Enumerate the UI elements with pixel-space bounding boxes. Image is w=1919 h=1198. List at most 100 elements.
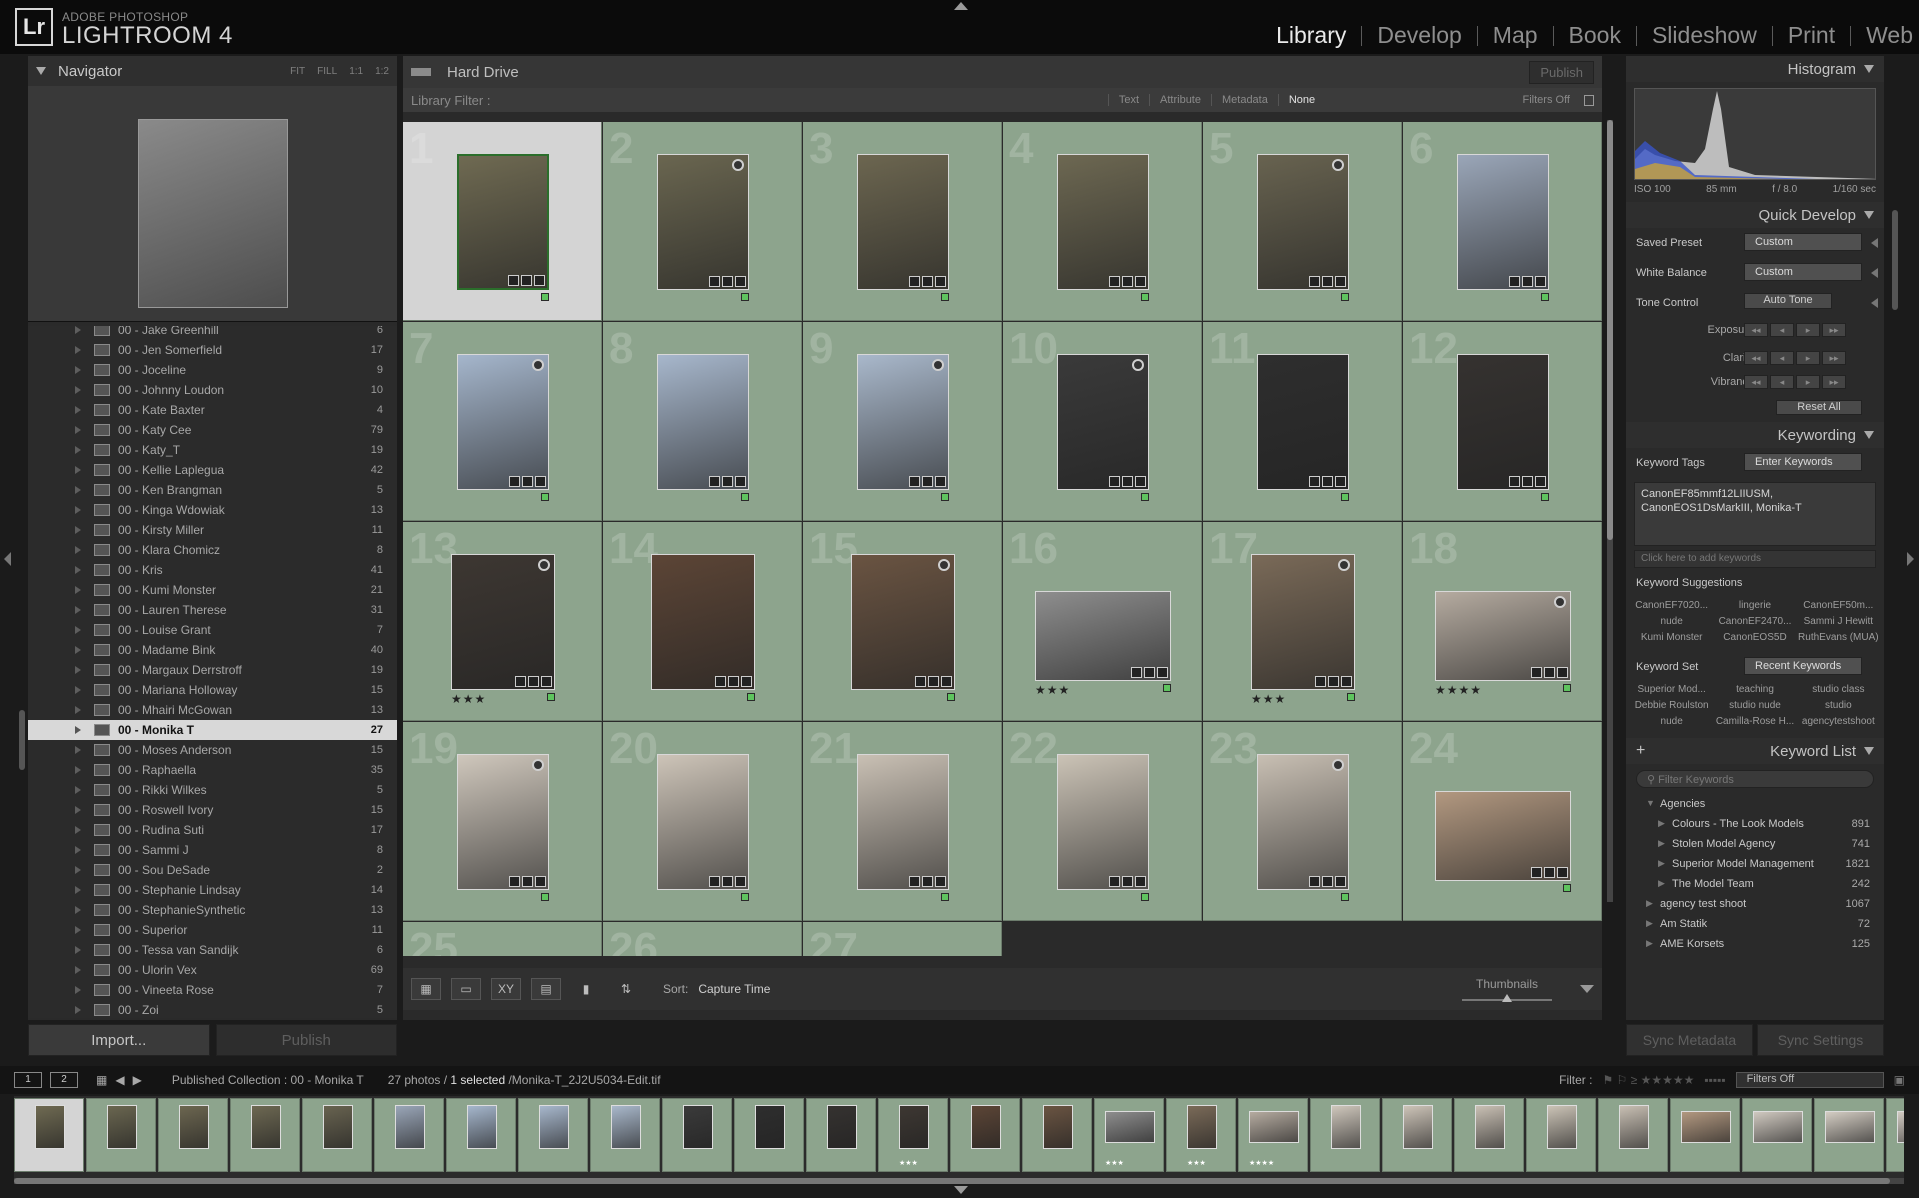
- keyword-list-item[interactable]: ▶ Superior Model Management 1821: [1626, 854, 1884, 874]
- thumbnail-size-control[interactable]: Thumbnails: [1462, 977, 1552, 1002]
- filmstrip-cell[interactable]: [1814, 1098, 1884, 1172]
- collection-item[interactable]: 00 - Kumi Monster 21: [28, 580, 397, 600]
- edited-badge-icon[interactable]: [535, 876, 546, 887]
- grid-cell[interactable]: 2: [603, 122, 802, 321]
- keyword-chip[interactable]: Camilla-Rose H...: [1713, 714, 1796, 730]
- collection-badge-icon[interactable]: [1309, 876, 1320, 887]
- disclosure-triangle-icon[interactable]: [75, 486, 81, 494]
- grid-cell[interactable]: 18 ★★★★: [1403, 522, 1602, 721]
- grid-cell[interactable]: 26: [603, 922, 802, 956]
- zoom-fit[interactable]: FIT: [290, 66, 305, 77]
- collection-item[interactable]: 00 - Sammi J 8: [28, 840, 397, 860]
- grid-cell[interactable]: 24: [1403, 722, 1602, 921]
- filmstrip-thumbnail[interactable]: [1249, 1111, 1299, 1143]
- photo-thumbnail[interactable]: [651, 554, 755, 690]
- flag-icon[interactable]: [1341, 893, 1349, 901]
- filmstrip-thumbnail[interactable]: [899, 1105, 929, 1149]
- module-library[interactable]: Library: [1276, 22, 1346, 49]
- disclosure-triangle-icon[interactable]: ▶: [1658, 878, 1665, 889]
- filmstrip-source[interactable]: Published Collection : 00 - Monika T: [172, 1073, 364, 1087]
- collection-badge-icon[interactable]: [709, 876, 720, 887]
- collection-item[interactable]: 00 - Raphaella 35: [28, 760, 397, 780]
- keyword-chip[interactable]: Debbie Roulston: [1630, 698, 1713, 714]
- disclosure-triangle-icon[interactable]: [75, 686, 81, 694]
- filmstrip-thumbnail[interactable]: [539, 1105, 569, 1149]
- keywords-textarea[interactable]: CanonEF85mmf12LIIUSM, CanonEOS1DsMarkIII…: [1634, 482, 1876, 546]
- expand-arrow-icon[interactable]: [1871, 268, 1878, 278]
- filmstrip-thumbnail[interactable]: [35, 1105, 65, 1149]
- grid-view-icon[interactable]: ▦: [411, 978, 441, 1000]
- zoom-fill[interactable]: FILL: [317, 66, 337, 77]
- module-map[interactable]: Map: [1493, 22, 1538, 49]
- keyword-chip[interactable]: studio nude: [1713, 698, 1796, 714]
- flag-icon[interactable]: [941, 493, 949, 501]
- keyword-badge-icon[interactable]: [1322, 876, 1333, 887]
- keyword-badge-icon[interactable]: [722, 476, 733, 487]
- collection-item[interactable]: 00 - Rudina Suti 17: [28, 820, 397, 840]
- filmstrip-thumbnail[interactable]: [1619, 1105, 1649, 1149]
- keyword-badge-icon[interactable]: [922, 876, 933, 887]
- disclosure-triangle-icon[interactable]: ▶: [1646, 918, 1653, 929]
- collection-item[interactable]: 00 - Margaux Derrstroff 19: [28, 660, 397, 680]
- flag-filter-icons[interactable]: ⚑ ⚐ ≥ ★★★★★: [1602, 1073, 1694, 1087]
- disclosure-triangle-icon[interactable]: [75, 666, 81, 674]
- disclosure-triangle-icon[interactable]: [1864, 431, 1874, 439]
- flag-icon[interactable]: [541, 493, 549, 501]
- edited-badge-icon[interactable]: [935, 876, 946, 887]
- collection-badge-icon[interactable]: [915, 676, 926, 687]
- disclosure-triangle-icon[interactable]: ▶: [1658, 818, 1665, 829]
- keyword-badge-icon[interactable]: [1122, 476, 1133, 487]
- collection-item[interactable]: 00 - Jen Somerfield 17: [28, 340, 397, 360]
- collection-badge-icon[interactable]: [1131, 667, 1142, 678]
- quick-collection-icon[interactable]: [532, 359, 544, 371]
- flag-icon[interactable]: [1341, 293, 1349, 301]
- edited-badge-icon[interactable]: [935, 476, 946, 487]
- keyword-badge-icon[interactable]: [722, 876, 733, 887]
- collection-badge-icon[interactable]: [709, 276, 720, 287]
- collection-item[interactable]: 00 - Tessa van Sandijk 6: [28, 940, 397, 960]
- keyword-list-header[interactable]: + Keyword List: [1626, 738, 1884, 764]
- edited-badge-icon[interactable]: [1135, 476, 1146, 487]
- disclosure-triangle-icon[interactable]: [75, 506, 81, 514]
- edited-badge-icon[interactable]: [1135, 276, 1146, 287]
- edited-badge-icon[interactable]: [534, 275, 545, 286]
- filmstrip-scrollbar-thumb[interactable]: [14, 1178, 1890, 1184]
- photo-thumbnail[interactable]: [1435, 591, 1571, 681]
- disclosure-triangle-icon[interactable]: [75, 706, 81, 714]
- keyword-badge-icon[interactable]: [1122, 876, 1133, 887]
- step-down[interactable]: ◂: [1770, 375, 1794, 389]
- flag-icon[interactable]: [547, 693, 555, 701]
- toolbar-menu-chevron-icon[interactable]: [1580, 985, 1594, 993]
- collection-item[interactable]: 00 - Klara Chomicz 8: [28, 540, 397, 560]
- filmstrip-cell[interactable]: [1598, 1098, 1668, 1172]
- edited-badge-icon[interactable]: [935, 276, 946, 287]
- flag-icon[interactable]: [941, 293, 949, 301]
- edited-badge-icon[interactable]: [735, 876, 746, 887]
- collection-item[interactable]: 00 - Louise Grant 7: [28, 620, 397, 640]
- filmstrip-thumbnail[interactable]: [1403, 1105, 1433, 1149]
- disclosure-triangle-icon[interactable]: [75, 806, 81, 814]
- filmstrip-thumbnail[interactable]: [971, 1105, 1001, 1149]
- grid-cell[interactable]: 12: [1403, 322, 1602, 521]
- photo-thumbnail[interactable]: [657, 354, 749, 490]
- histogram-header[interactable]: Histogram: [1626, 56, 1884, 82]
- keyword-chip[interactable]: teaching: [1713, 682, 1796, 698]
- filmstrip-thumbnail[interactable]: [1825, 1111, 1875, 1143]
- flag-icon[interactable]: [941, 893, 949, 901]
- spray-can-icon[interactable]: ▮: [571, 978, 601, 1000]
- module-slideshow[interactable]: Slideshow: [1652, 22, 1757, 49]
- keyword-tags-select[interactable]: Enter Keywords: [1744, 453, 1862, 471]
- keyword-badge-icon[interactable]: [922, 276, 933, 287]
- grid-cell[interactable]: 5: [1203, 122, 1402, 321]
- step-up-big[interactable]: ▸▸: [1822, 375, 1846, 389]
- keyword-chip[interactable]: studio: [1797, 698, 1880, 714]
- keyword-list-item[interactable]: ▼ Agencies: [1626, 794, 1884, 814]
- edited-badge-icon[interactable]: [1341, 676, 1352, 687]
- collection-badge-icon[interactable]: [509, 476, 520, 487]
- filmstrip-thumbnail[interactable]: [323, 1105, 353, 1149]
- filmstrip-thumbnail[interactable]: [179, 1105, 209, 1149]
- keyword-chip[interactable]: Sammi J Hewitt: [1797, 614, 1880, 630]
- flag-icon[interactable]: [1163, 684, 1171, 692]
- grid-scrollbar[interactable]: [1607, 120, 1613, 902]
- navigator-preview[interactable]: [28, 86, 397, 322]
